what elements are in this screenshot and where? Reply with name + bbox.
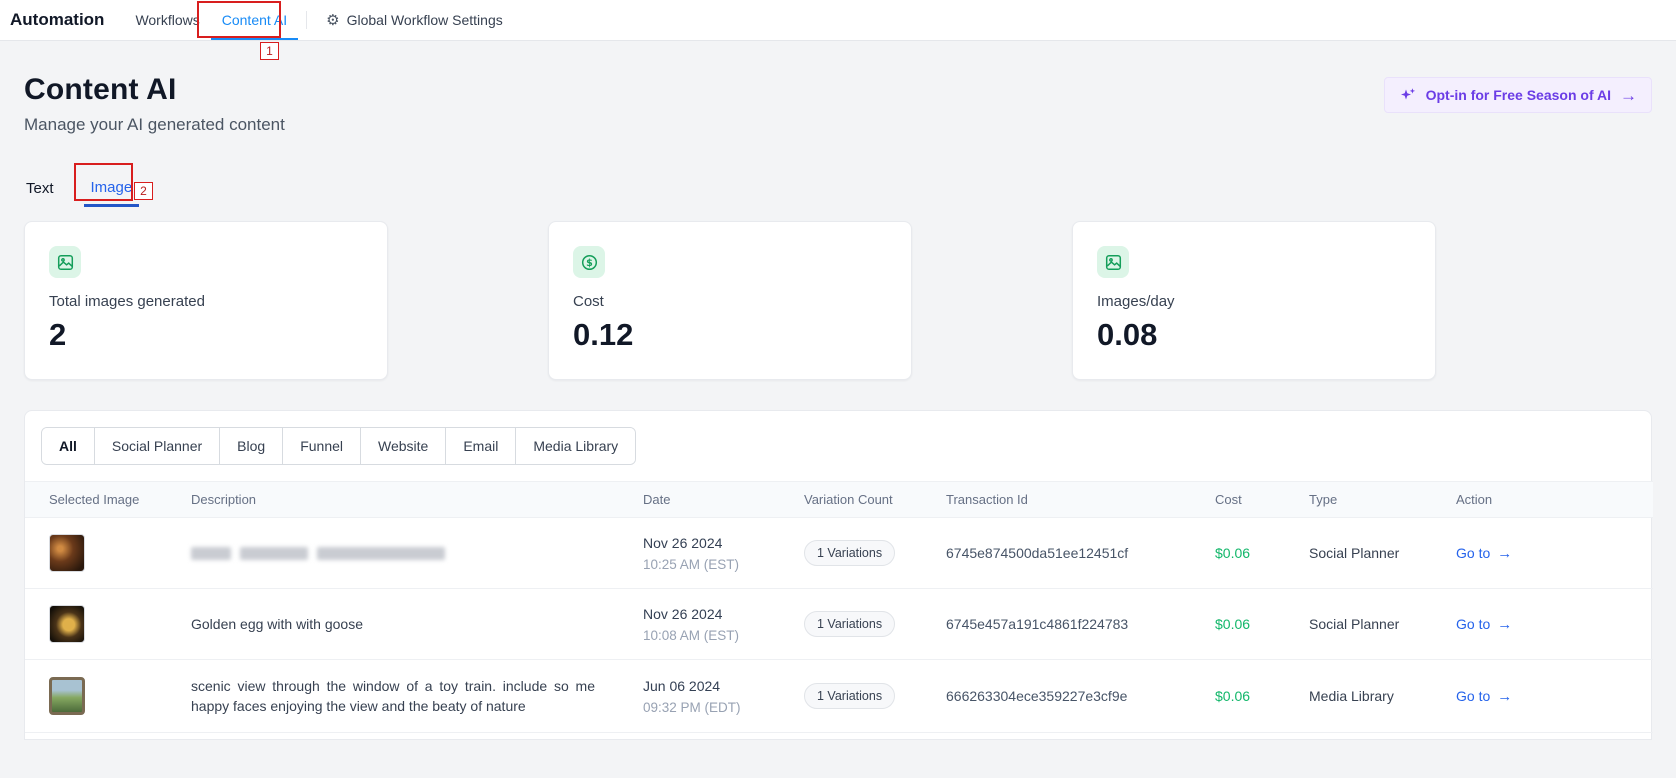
filter-blog[interactable]: Blog [219,428,282,464]
col-action: Action [1432,482,1653,518]
page-title: Content AI [24,73,285,107]
stat-label: Total images generated [49,293,363,310]
variation-count-badge: 1 Variations [804,540,895,566]
table-row: Nov 26 2024 10:25 AM (EST) 1 Variations … [25,518,1653,589]
filter-all[interactable]: All [42,428,94,464]
stat-value: 2 [49,317,363,353]
col-transaction-id: Transaction Id [922,482,1191,518]
generated-images-table: Selected Image Description Date Variatio… [25,481,1653,733]
variation-count-badge: 1 Variations [804,683,895,709]
col-selected-image: Selected Image [25,482,167,518]
row-type: Social Planner [1285,589,1432,660]
row-type: Social Planner [1285,518,1432,589]
app-title: Automation [10,10,104,30]
image-icon [1097,246,1129,278]
generated-image-thumbnail[interactable] [49,534,85,572]
stat-value: 0.12 [573,317,887,353]
filter-email[interactable]: Email [445,428,515,464]
row-cost: $0.06 [1191,518,1285,589]
image-icon [49,246,81,278]
filter-media-library[interactable]: Media Library [515,428,635,464]
optin-button-label: Opt-in for Free Season of AI [1426,87,1611,103]
arrow-right-icon: → [1497,688,1512,705]
row-time: 10:25 AM (EST) [643,557,756,572]
arrow-right-icon: → [1620,87,1637,104]
content-ai-page: Content AI Manage your AI generated cont… [0,41,1676,764]
arrow-right-icon: → [1497,616,1512,633]
row-date: Nov 26 2024 [643,606,756,622]
table-row: scenic view through the window of a toy … [25,660,1653,733]
go-to-label: Go to [1456,688,1490,704]
row-cost: $0.06 [1191,589,1285,660]
col-variation-count: Variation Count [780,482,922,518]
row-type: Media Library [1285,660,1432,733]
stat-label: Images/day [1097,293,1411,310]
filter-social-planner[interactable]: Social Planner [94,428,219,464]
sparkle-icon [1399,86,1417,104]
optin-free-season-button[interactable]: Opt-in for Free Season of AI → [1384,77,1652,113]
go-to-link[interactable]: Go to → [1456,545,1512,562]
stat-label: Cost [573,293,887,310]
tab-workflows[interactable]: Workflows [124,0,210,40]
row-date: Nov 26 2024 [643,535,756,551]
top-navigation-bar: Automation Workflows Content AI ⚙ Global… [0,0,1676,41]
stat-card-cost: $ Cost 0.12 [548,221,912,380]
divider [306,11,307,29]
generated-image-thumbnail[interactable] [49,605,85,643]
filter-funnel[interactable]: Funnel [282,428,360,464]
row-cost: $0.06 [1191,660,1285,733]
variation-count-badge: 1 Variations [804,611,895,637]
dollar-icon: $ [573,246,605,278]
source-filter-group: All Social Planner Blog Funnel Website E… [41,427,636,465]
transaction-id: 6745e457a191c4861f224783 [922,589,1191,660]
row-description: Golden egg with with goose [167,589,619,660]
gear-icon: ⚙ [326,11,339,29]
go-to-label: Go to [1456,545,1490,561]
col-cost: Cost [1191,482,1285,518]
go-to-label: Go to [1456,616,1490,632]
stat-card-images-per-day: Images/day 0.08 [1072,221,1436,380]
global-workflow-settings-label: Global Workflow Settings [347,12,503,28]
transaction-id: 6745e874500da51ee12451cf [922,518,1191,589]
page-subtitle: Manage your AI generated content [24,115,285,135]
top-tabs: Workflows Content AI ⚙ Global Workflow S… [124,0,513,40]
tab-global-workflow-settings[interactable]: ⚙ Global Workflow Settings [315,0,514,40]
row-time: 10:08 AM (EST) [643,628,756,643]
redacted-description [191,547,595,560]
table-header-row: Selected Image Description Date Variatio… [25,482,1653,518]
col-description: Description [167,482,619,518]
row-description: scenic view through the window of a toy … [167,660,619,733]
filter-website[interactable]: Website [360,428,445,464]
transaction-id: 666263304ece359227e3cf9e [922,660,1191,733]
stat-value: 0.08 [1097,317,1411,353]
tab-image[interactable]: Image [84,179,140,207]
stat-cards: Total images generated 2 $ Cost 0.12 [24,221,1652,380]
arrow-right-icon: → [1497,545,1512,562]
stat-card-total-images: Total images generated 2 [24,221,388,380]
go-to-link[interactable]: Go to → [1456,616,1512,633]
row-date: Jun 06 2024 [643,678,756,694]
generated-image-thumbnail[interactable] [49,677,85,715]
col-date: Date [619,482,780,518]
row-time: 09:32 PM (EDT) [643,700,756,715]
col-type: Type [1285,482,1432,518]
images-table-card: All Social Planner Blog Funnel Website E… [24,410,1652,740]
content-type-tabs: Text Image [24,179,1652,207]
svg-text:$: $ [586,257,593,268]
tab-text[interactable]: Text [24,180,56,207]
page-header: Content AI Manage your AI generated cont… [24,73,1652,135]
table-row: Golden egg with with goose Nov 26 2024 1… [25,589,1653,660]
go-to-link[interactable]: Go to → [1456,688,1512,705]
tab-content-ai[interactable]: Content AI [211,0,298,40]
